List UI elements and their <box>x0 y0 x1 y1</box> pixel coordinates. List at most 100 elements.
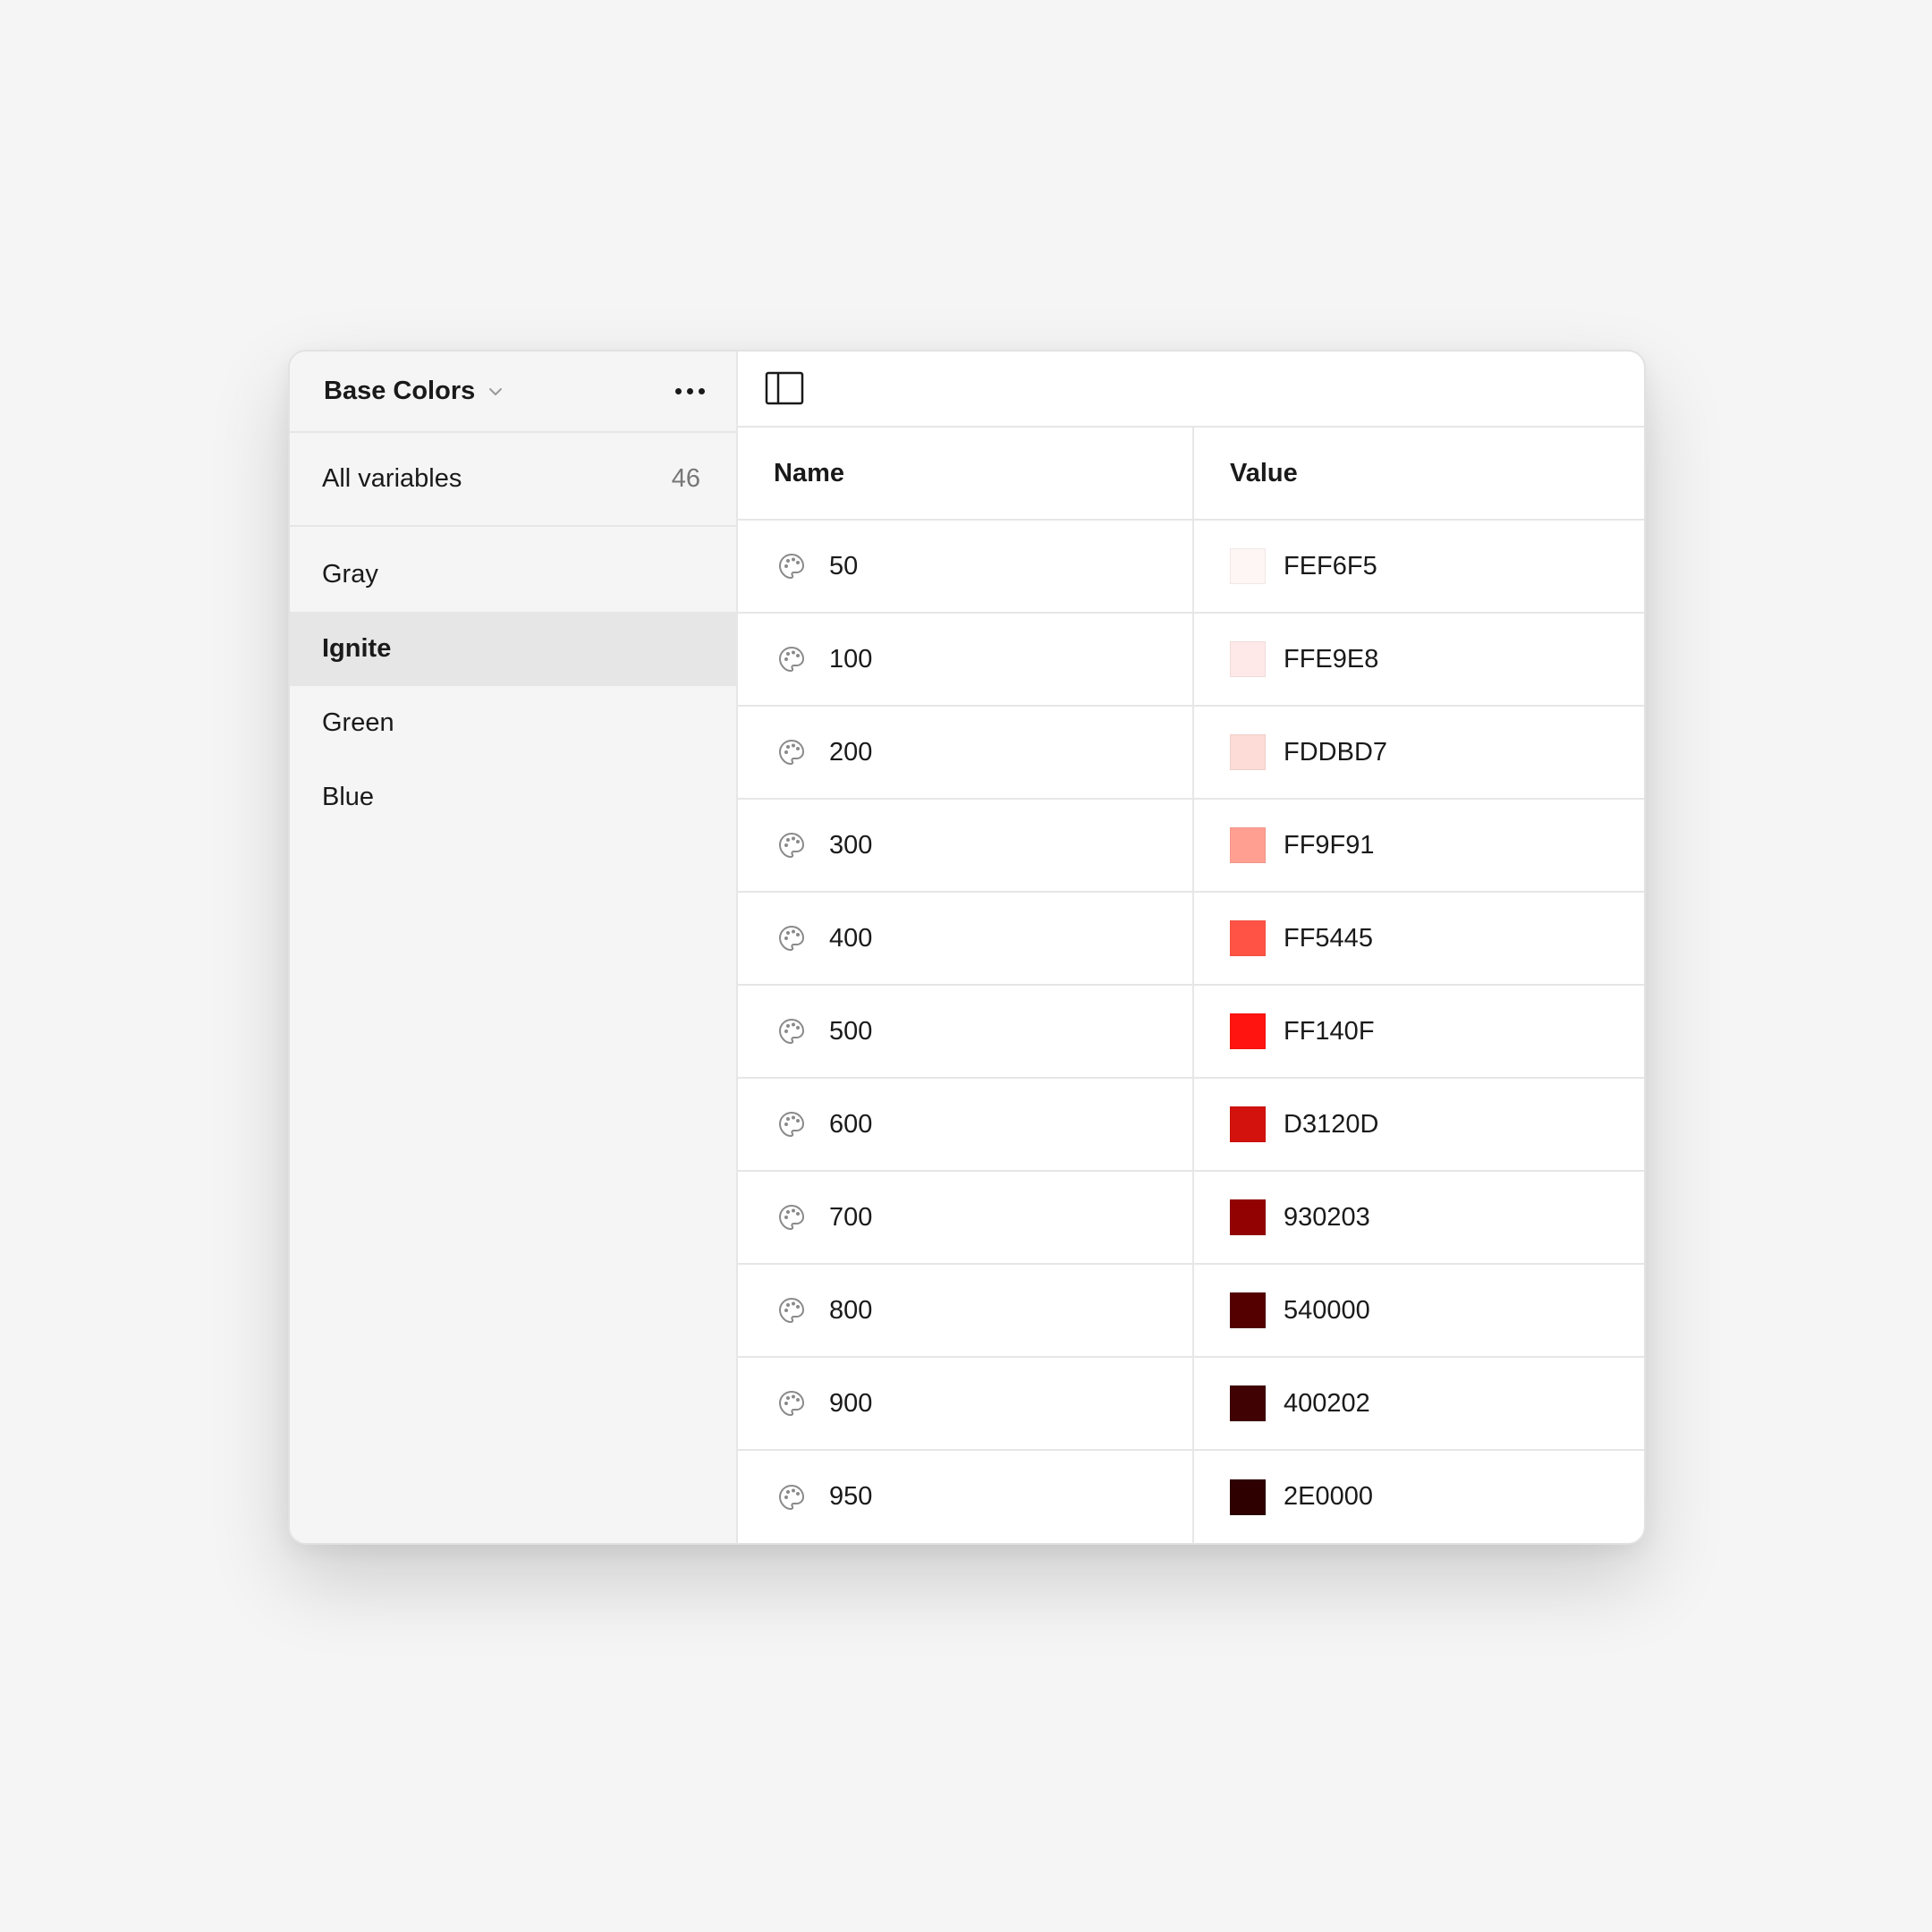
variable-value: 400202 <box>1284 1388 1370 1418</box>
all-variables-label: All variables <box>322 464 462 493</box>
variable-value-cell[interactable]: 2E0000 <box>1193 1450 1644 1543</box>
color-swatch[interactable] <box>1230 1479 1266 1515</box>
variable-name: 600 <box>829 1109 873 1139</box>
variable-name-cell[interactable]: 900 <box>738 1357 1194 1451</box>
chevron-down-icon <box>489 387 503 395</box>
variable-name: 950 <box>829 1482 873 1511</box>
variable-value: 930203 <box>1284 1202 1370 1232</box>
sidebar-item-ignite[interactable]: Ignite <box>290 612 736 686</box>
variable-value: FDDBD7 <box>1284 737 1388 767</box>
palette-icon <box>779 1205 804 1230</box>
table-row[interactable]: 50 FEF6F5 <box>738 520 1644 614</box>
variable-name: 100 <box>829 644 873 674</box>
group-label: Gray <box>322 560 378 589</box>
variable-name-cell[interactable]: 500 <box>738 985 1194 1079</box>
palette-icon <box>779 1484 804 1510</box>
variable-value: FEF6F5 <box>1284 551 1377 580</box>
more-options-button[interactable] <box>668 374 711 410</box>
collection-title: Base Colors <box>324 377 476 405</box>
color-swatch[interactable] <box>1230 1385 1266 1421</box>
group-list: Gray Ignite Green Blue <box>290 527 736 835</box>
color-swatch[interactable] <box>1230 1013 1266 1049</box>
variable-name: 300 <box>829 830 873 860</box>
variable-name: 900 <box>829 1388 873 1418</box>
table-header-row: Name Value <box>738 428 1644 521</box>
variable-value: 540000 <box>1284 1295 1370 1325</box>
variable-value: 2E0000 <box>1284 1482 1373 1511</box>
color-swatch[interactable] <box>1230 1106 1266 1142</box>
variable-value: FF9F91 <box>1284 830 1375 860</box>
variable-name-cell[interactable]: 300 <box>738 799 1194 893</box>
sidebar: Base Colors All variables 46 Gray Ignite… <box>290 352 738 1543</box>
color-swatch[interactable] <box>1230 920 1266 956</box>
palette-icon <box>779 740 804 765</box>
group-label: Ignite <box>322 634 392 663</box>
table-row[interactable]: 700 930203 <box>738 1171 1644 1265</box>
table-row[interactable]: 200 FDDBD7 <box>738 706 1644 800</box>
variable-value-cell[interactable]: FFE9E8 <box>1193 613 1644 707</box>
table-row[interactable]: 100 FFE9E8 <box>738 613 1644 707</box>
palette-icon <box>779 926 804 951</box>
variable-value: FFE9E8 <box>1284 644 1379 674</box>
color-swatch[interactable] <box>1230 1292 1266 1328</box>
variable-value-cell[interactable]: FDDBD7 <box>1193 706 1644 800</box>
sidebar-item-green[interactable]: Green <box>290 686 736 760</box>
variable-name: 400 <box>829 923 873 953</box>
variable-name-cell[interactable]: 600 <box>738 1078 1194 1172</box>
table-row[interactable]: 400 FF5445 <box>738 892 1644 986</box>
variable-value-cell[interactable]: FEF6F5 <box>1193 520 1644 614</box>
variable-name: 50 <box>829 551 859 580</box>
variable-value: FF5445 <box>1284 923 1373 953</box>
color-swatch[interactable] <box>1230 641 1266 677</box>
palette-icon <box>779 1391 804 1416</box>
variable-name-cell[interactable]: 800 <box>738 1264 1194 1358</box>
table-row[interactable]: 900 400202 <box>738 1357 1644 1451</box>
variable-name: 500 <box>829 1016 873 1046</box>
more-horizontal-icon <box>674 388 682 394</box>
variable-value-cell[interactable]: D3120D <box>1193 1078 1644 1172</box>
variable-value-cell[interactable]: 930203 <box>1193 1171 1644 1265</box>
color-swatch[interactable] <box>1230 548 1266 584</box>
table-row[interactable]: 950 2E0000 <box>738 1450 1644 1543</box>
color-swatch[interactable] <box>1230 827 1266 863</box>
variable-name: 800 <box>829 1295 873 1325</box>
panel-header <box>738 352 1644 428</box>
table-row[interactable]: 300 FF9F91 <box>738 799 1644 893</box>
variables-table: Name Value 50 FEF6F5 100 FFE9E8 200 FDDBD7 300… <box>738 428 1644 1543</box>
variable-name-cell[interactable]: 950 <box>738 1450 1194 1543</box>
column-header-value: Value <box>1193 428 1644 521</box>
variable-value-cell[interactable]: FF140F <box>1193 985 1644 1079</box>
variable-value-cell[interactable]: FF9F91 <box>1193 799 1644 893</box>
sidebar-item-blue[interactable]: Blue <box>290 760 736 835</box>
table-body: 50 FEF6F5 100 FFE9E8 200 FDDBD7 300 FF9F91 400 FF… <box>738 520 1644 1543</box>
group-label: Green <box>322 708 394 737</box>
palette-icon <box>779 833 804 858</box>
palette-icon <box>779 1112 804 1137</box>
palette-icon <box>779 1298 804 1323</box>
variable-name-cell[interactable]: 50 <box>738 520 1194 614</box>
table-row[interactable]: 600 D3120D <box>738 1078 1644 1172</box>
table-row[interactable]: 500 FF140F <box>738 985 1644 1079</box>
sidebar-toggle-icon[interactable] <box>765 371 804 407</box>
variable-value-cell[interactable]: 540000 <box>1193 1264 1644 1358</box>
variable-name-cell[interactable]: 200 <box>738 706 1194 800</box>
variable-name-cell[interactable]: 700 <box>738 1171 1194 1265</box>
color-swatch[interactable] <box>1230 734 1266 770</box>
variable-value-cell[interactable]: 400202 <box>1193 1357 1644 1451</box>
variable-name-cell[interactable]: 100 <box>738 613 1194 707</box>
variables-window: Base Colors All variables 46 Gray Ignite… <box>288 350 1646 1545</box>
color-swatch[interactable] <box>1230 1199 1266 1235</box>
variable-name-cell[interactable]: 400 <box>738 892 1194 986</box>
column-header-name: Name <box>738 428 1194 521</box>
group-label: Blue <box>322 783 375 811</box>
sidebar-header: Base Colors <box>290 352 736 433</box>
table-row[interactable]: 800 540000 <box>738 1264 1644 1358</box>
variable-name: 200 <box>829 737 873 767</box>
palette-icon <box>779 554 804 579</box>
collection-select[interactable]: Base Colors <box>324 377 505 406</box>
all-variables-count: 46 <box>671 464 700 493</box>
sidebar-item-gray[interactable]: Gray <box>290 538 736 612</box>
all-variables-item[interactable]: All variables 46 <box>290 433 736 527</box>
palette-icon <box>779 1019 804 1044</box>
variable-value-cell[interactable]: FF5445 <box>1193 892 1644 986</box>
